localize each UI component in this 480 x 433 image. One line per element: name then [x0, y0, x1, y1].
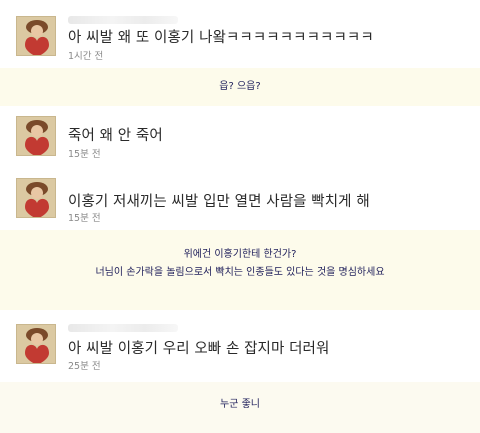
comment-timestamp: 25분 전: [68, 361, 101, 372]
comment-post-4: 아 씨발 이홍기 우리 오빠 손 잡지마 더러워 25분 전: [0, 310, 480, 383]
caption-text-line-1: 위에건 이홍기한테 한건가?: [183, 249, 297, 260]
comment-timestamp: 15분 전: [68, 149, 101, 160]
comment-post-1: 아 씨발 왜 또 이홍기 나왘ㅋㅋㅋㅋㅋㅋㅋㅋㅋㅋㅋ 1시간 전: [0, 0, 480, 69]
blurred-username: [68, 324, 178, 332]
avatar-icon[interactable]: [16, 324, 56, 364]
caption-text: 누군 좋니: [220, 399, 260, 410]
comment-text: 이홍기 저새끼는 씨발 입만 열면 사람을 빡치게 해: [68, 194, 370, 210]
blurred-username: [68, 16, 178, 24]
caption-2: 위에건 이홍기한테 한건가? 너님이 손가락을 놀림으로서 빡치는 인종들도 있…: [0, 230, 480, 310]
caption-text-line-2: 너님이 손가락을 놀림으로서 빡치는 인종들도 있다는 것을 명심하세요: [95, 267, 385, 278]
avatar-icon[interactable]: [16, 178, 56, 218]
caption-1: 읍? 으읍?: [0, 68, 480, 106]
avatar-icon[interactable]: [16, 116, 56, 156]
caption-3: 누군 좋니: [0, 382, 480, 433]
comment-text: 죽어 왜 안 죽어: [68, 128, 163, 144]
comment-timestamp: 1시간 전: [68, 51, 104, 62]
comment-timestamp: 15분 전: [68, 213, 101, 224]
comment-text: 아 씨발 왜 또 이홍기 나왘ㅋㅋㅋㅋㅋㅋㅋㅋㅋㅋㅋ: [68, 30, 374, 46]
comment-post-3: 이홍기 저새끼는 씨발 입만 열면 사람을 빡치게 해 15분 전: [0, 168, 480, 231]
comment-post-2: 죽어 왜 안 죽어 15분 전: [0, 106, 480, 169]
caption-text: 읍? 으읍?: [219, 81, 261, 92]
comment-text: 아 씨발 이홍기 우리 오빠 손 잡지마 더러워: [68, 341, 330, 357]
avatar-icon[interactable]: [16, 16, 56, 56]
